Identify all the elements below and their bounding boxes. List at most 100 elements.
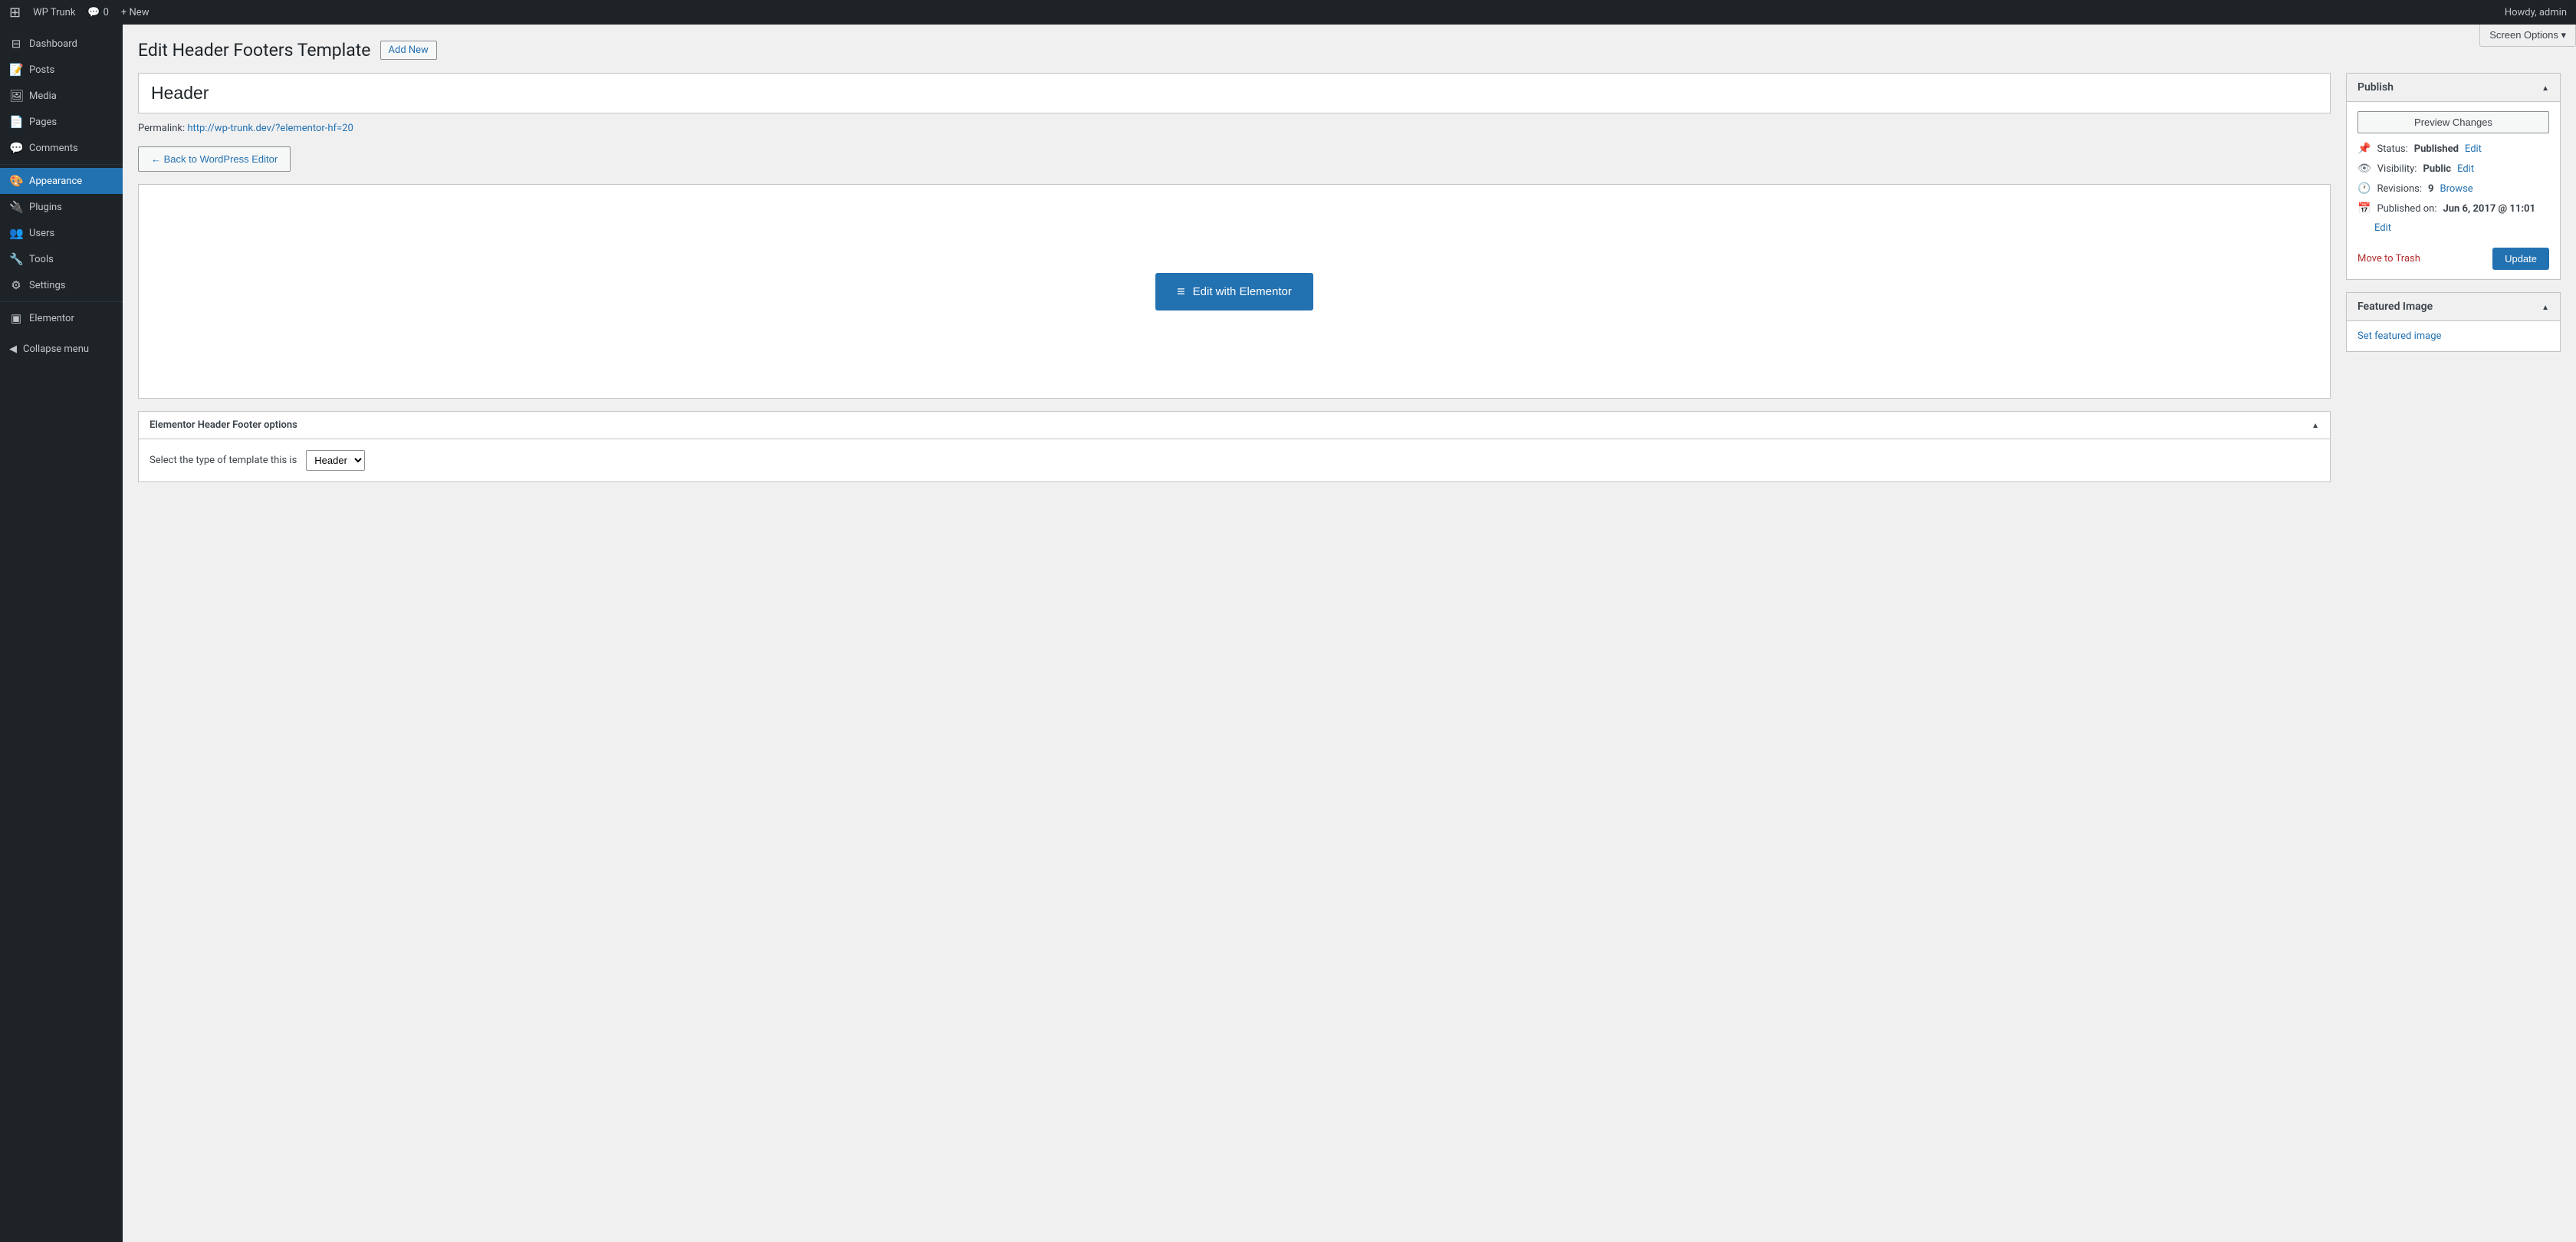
permalink-label: Permalink: bbox=[138, 123, 185, 134]
elementor-btn-label: Edit with Elementor bbox=[1193, 285, 1292, 298]
featured-image-collapse-icon bbox=[2542, 301, 2549, 313]
preview-changes-button[interactable]: Preview Changes bbox=[2358, 111, 2549, 133]
elementor-options-body: Select the type of template this is Head… bbox=[139, 439, 2330, 481]
sidebar-item-comments[interactable]: 💬 Comments bbox=[0, 135, 123, 161]
dashboard-icon: ⊟ bbox=[9, 37, 23, 51]
comments-count: 0 bbox=[104, 7, 109, 18]
elementor-btn-icon: ≡ bbox=[1177, 284, 1185, 300]
sidebar-label-appearance: Appearance bbox=[29, 176, 82, 187]
comments-link[interactable]: 💬 0 bbox=[87, 7, 109, 18]
posts-icon: 📝 bbox=[9, 63, 23, 77]
sidebar-label-tools: Tools bbox=[29, 254, 54, 265]
page-header: Edit Header Footers Template Add New bbox=[138, 40, 2561, 61]
set-featured-image-link[interactable]: Set featured image bbox=[2358, 330, 2441, 342]
published-on-label: Published on: bbox=[2377, 203, 2436, 215]
revisions-row: 🕐 Revisions: 9 Browse bbox=[2358, 182, 2549, 195]
elementor-icon: ▣ bbox=[9, 311, 23, 325]
add-new-adminbar[interactable]: + New bbox=[121, 7, 150, 18]
sidebar-item-dashboard[interactable]: ⊟ Dashboard bbox=[0, 31, 123, 57]
collapse-menu-button[interactable]: ◀ Collapse menu bbox=[0, 337, 123, 361]
sidebar-item-settings[interactable]: ⚙ Settings bbox=[0, 272, 123, 298]
visibility-value: Public bbox=[2423, 163, 2451, 175]
main-content-area: Screen Options ▾ Edit Header Footers Tem… bbox=[123, 25, 2576, 1242]
sidebar-item-elementor[interactable]: ▣ Elementor bbox=[0, 305, 123, 331]
editor-column: Permalink: http://wp-trunk.dev/?elemento… bbox=[138, 73, 2331, 495]
screen-options-button[interactable]: Screen Options ▾ bbox=[2479, 25, 2576, 47]
published-on-edit-link[interactable]: Edit bbox=[2374, 222, 2391, 234]
sidebar-label-posts: Posts bbox=[29, 64, 54, 76]
sidebar-item-posts[interactable]: 📝 Posts bbox=[0, 57, 123, 83]
revisions-browse-link[interactable]: Browse bbox=[2440, 183, 2473, 195]
publish-panel-title: Publish bbox=[2358, 81, 2394, 94]
elementor-options-title: Elementor Header Footer options bbox=[150, 419, 297, 431]
elementor-options-box: Elementor Header Footer options Select t… bbox=[138, 411, 2331, 482]
sidebar-label-elementor: Elementor bbox=[29, 313, 74, 324]
update-button[interactable]: Update bbox=[2492, 248, 2549, 270]
comments-sidebar-icon: 💬 bbox=[9, 141, 23, 155]
revisions-label: Revisions: bbox=[2377, 183, 2422, 195]
collapse-icon: ◀ bbox=[9, 343, 17, 355]
sidebar-label-pages: Pages bbox=[29, 117, 57, 128]
menu-divider-2 bbox=[0, 301, 123, 302]
visibility-row: 👁 Visibility: Public Edit bbox=[2358, 163, 2549, 175]
featured-image-panel-header[interactable]: Featured Image bbox=[2347, 293, 2560, 321]
visibility-label: Visibility: bbox=[2377, 163, 2417, 175]
sidebar-item-tools[interactable]: 🔧 Tools bbox=[0, 246, 123, 272]
template-type-select[interactable]: Header Footer bbox=[306, 450, 365, 471]
permalink-row: Permalink: http://wp-trunk.dev/?elemento… bbox=[138, 123, 2331, 134]
sidebar-item-appearance[interactable]: 🎨 Appearance bbox=[0, 168, 123, 194]
back-to-wp-editor-button[interactable]: ← Back to WordPress Editor bbox=[138, 146, 291, 172]
media-icon: 🖼 bbox=[9, 89, 23, 103]
menu-divider-1 bbox=[0, 164, 123, 165]
post-title-input[interactable] bbox=[151, 83, 2318, 104]
site-name[interactable]: WP Trunk bbox=[33, 7, 75, 18]
content-area: Permalink: http://wp-trunk.dev/?elemento… bbox=[138, 73, 2561, 495]
pages-icon: 📄 bbox=[9, 115, 23, 129]
publish-panel-body: Preview Changes 📌 Status: Published Edit… bbox=[2347, 102, 2560, 279]
wp-logo-icon[interactable]: ⊞ bbox=[9, 5, 21, 21]
publish-panel-collapse-icon bbox=[2542, 81, 2549, 94]
admin-sidebar: ⊟ Dashboard 📝 Posts 🖼 Media 📄 Pages 💬 Co… bbox=[0, 25, 123, 1242]
sidebar-panels: Publish Preview Changes 📌 Status: Publis… bbox=[2346, 73, 2561, 364]
plugins-icon: 🔌 bbox=[9, 200, 23, 214]
status-icon: 📌 bbox=[2358, 143, 2371, 155]
sidebar-item-pages[interactable]: 📄 Pages bbox=[0, 109, 123, 135]
sidebar-item-plugins[interactable]: 🔌 Plugins bbox=[0, 194, 123, 220]
status-label: Status: bbox=[2377, 143, 2407, 155]
add-new-button[interactable]: Add New bbox=[380, 41, 437, 60]
elementor-options-header[interactable]: Elementor Header Footer options bbox=[139, 412, 2330, 439]
sidebar-item-users[interactable]: 👥 Users bbox=[0, 220, 123, 246]
revisions-icon: 🕐 bbox=[2358, 182, 2371, 195]
page-title: Edit Header Footers Template bbox=[138, 40, 371, 61]
featured-image-title: Featured Image bbox=[2358, 301, 2433, 313]
visibility-icon: 👁 bbox=[2358, 163, 2371, 175]
revisions-count: 9 bbox=[2428, 183, 2433, 195]
published-on-row: 📅 Published on: Jun 6, 2017 @ 11:01 bbox=[2358, 202, 2549, 215]
sidebar-label-media: Media bbox=[29, 90, 57, 102]
sidebar-label-dashboard: Dashboard bbox=[29, 38, 77, 50]
users-icon: 👥 bbox=[9, 226, 23, 240]
status-edit-link[interactable]: Edit bbox=[2465, 143, 2482, 155]
featured-image-panel: Featured Image Set featured image bbox=[2346, 292, 2561, 352]
sidebar-label-users: Users bbox=[29, 228, 54, 239]
edit-with-elementor-button[interactable]: ≡ Edit with Elementor bbox=[1155, 273, 1313, 310]
template-type-label: Select the type of template this is bbox=[150, 455, 297, 466]
publish-panel: Publish Preview Changes 📌 Status: Publis… bbox=[2346, 73, 2561, 280]
tools-icon: 🔧 bbox=[9, 252, 23, 266]
settings-icon: ⚙ bbox=[9, 278, 23, 292]
move-to-trash-link[interactable]: Move to Trash bbox=[2358, 253, 2420, 264]
publish-panel-header[interactable]: Publish bbox=[2347, 74, 2560, 102]
sidebar-label-settings: Settings bbox=[29, 280, 65, 291]
sidebar-item-media[interactable]: 🖼 Media bbox=[0, 83, 123, 109]
comment-icon: 💬 bbox=[87, 7, 100, 18]
admin-bar: ⊞ WP Trunk 💬 0 + New Howdy, admin bbox=[0, 0, 2576, 25]
visibility-edit-link[interactable]: Edit bbox=[2457, 163, 2474, 175]
status-row: 📌 Status: Published Edit bbox=[2358, 143, 2549, 155]
sidebar-label-plugins: Plugins bbox=[29, 202, 62, 213]
publish-panel-actions: Move to Trash Update bbox=[2358, 242, 2549, 270]
calendar-icon: 📅 bbox=[2358, 202, 2371, 215]
published-on-value: Jun 6, 2017 @ 11:01 bbox=[2443, 203, 2535, 215]
howdy-text: Howdy, admin bbox=[2505, 7, 2567, 18]
featured-image-panel-body: Set featured image bbox=[2347, 321, 2560, 351]
permalink-link[interactable]: http://wp-trunk.dev/?elementor-hf=20 bbox=[187, 123, 353, 134]
